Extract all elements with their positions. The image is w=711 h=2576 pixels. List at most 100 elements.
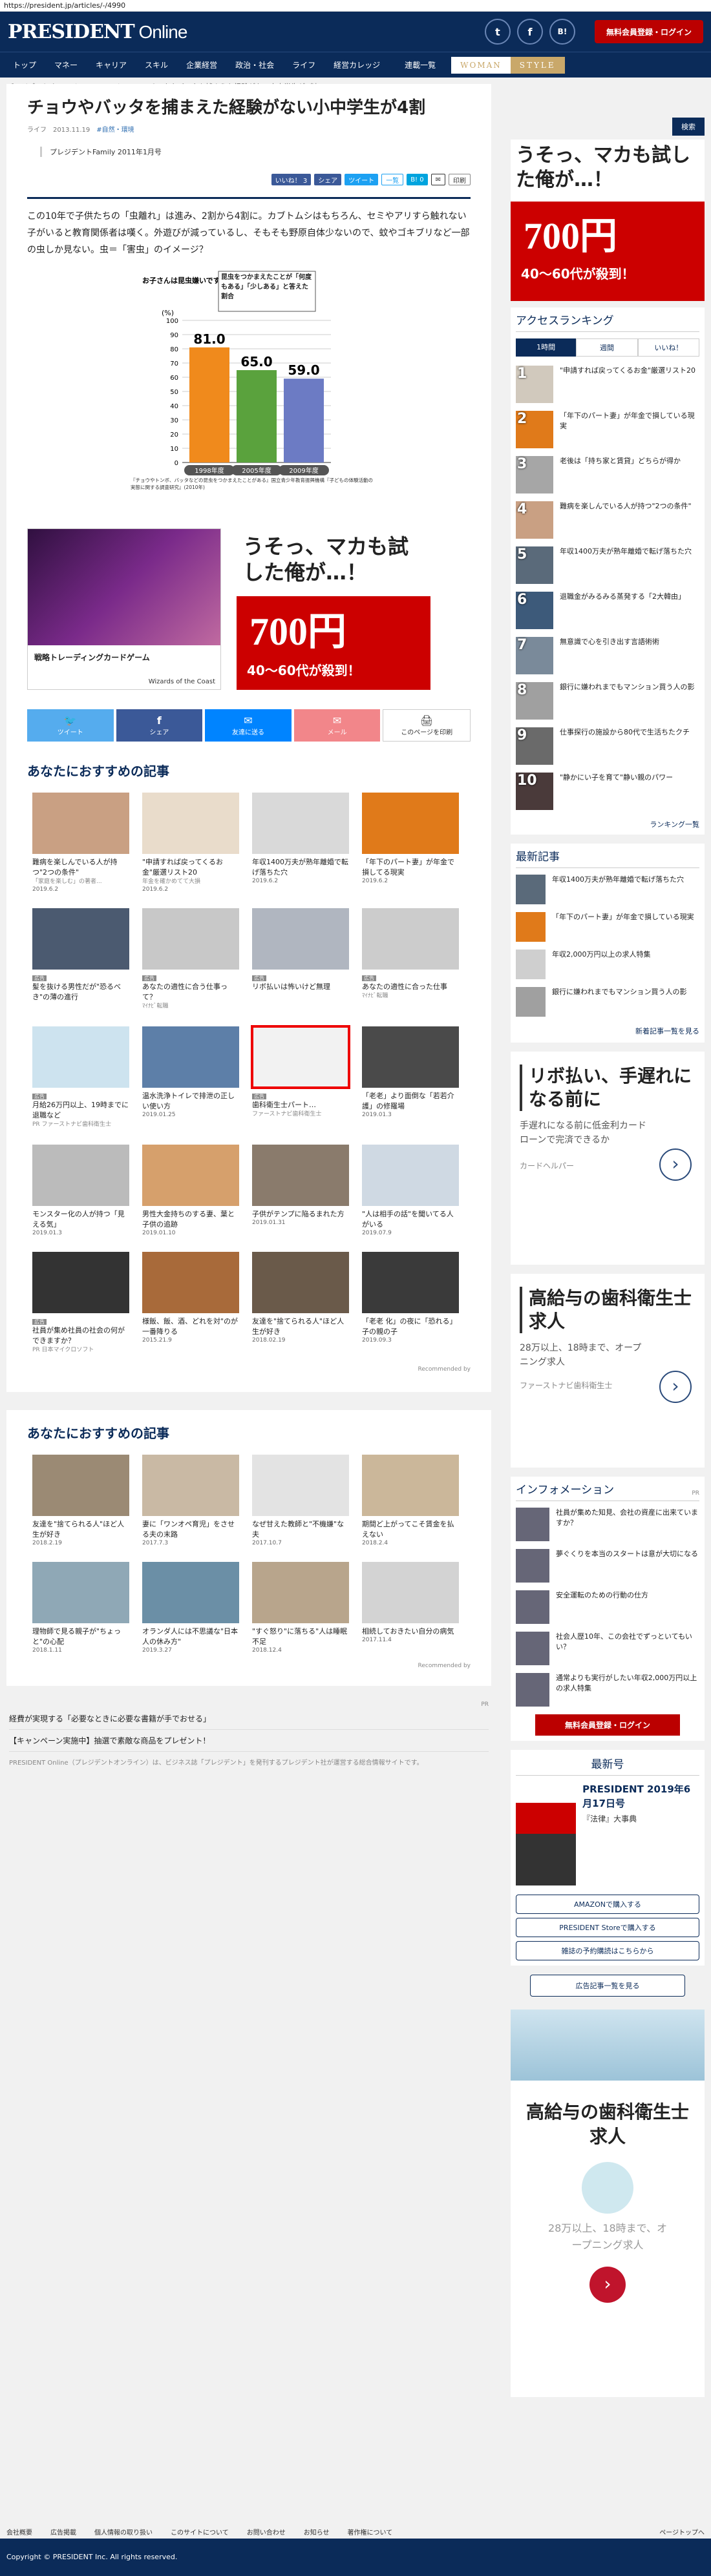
nav-style[interactable]: STYLE	[510, 56, 565, 74]
thumbnail-image[interactable]	[32, 1145, 129, 1206]
latest-thumbnail[interactable]	[516, 912, 546, 942]
recommend-item-title[interactable]: 友達を"捨てられる人"ほど人生が好き	[32, 1519, 129, 1540]
thumbnail-image[interactable]	[32, 1252, 129, 1313]
nav-woman[interactable]: WOMAN	[451, 56, 511, 74]
thumbnail-image[interactable]	[252, 908, 349, 970]
recommend-item[interactable]: "人は相手の話"を聞いてる人がいる 2019.07.9	[362, 1145, 459, 1236]
nav-money[interactable]: マネー	[45, 59, 87, 70]
info-title-text[interactable]: 通常よりも実行がしたい年収2,000万円以上の求人特集	[556, 1673, 699, 1694]
recommend-item[interactable]: 広告 髪を抜ける男性だが"恐るべき"の薄の進行	[32, 908, 129, 1011]
thumbnail-image[interactable]	[252, 1145, 349, 1206]
info-thumbnail[interactable]	[516, 1632, 549, 1665]
ranking-thumbnail[interactable]: 7	[516, 637, 553, 674]
store-button[interactable]: PRESIDENT Storeで購入する	[516, 1918, 699, 1937]
ranking-thumbnail[interactable]: 2	[516, 411, 553, 448]
info-title-text[interactable]: 社員が集めた知見、会社の資産に出来ていますか？	[556, 1508, 699, 1528]
sidebar-ad-loan[interactable]: リボ払い、手遅れになる前に 手遅れになる前に低金利カードローンで完済できるか ›…	[511, 1052, 705, 1265]
thumbnail-image[interactable]	[252, 1252, 349, 1313]
recommend-item-title[interactable]: "申請すれば戻ってくるお金"厳選リスト20	[142, 857, 239, 878]
ranking-thumbnail[interactable]: 4	[516, 501, 553, 539]
like-button[interactable]: いいね！ 3	[271, 174, 312, 185]
info-thumbnail[interactable]	[516, 1508, 549, 1541]
info-title-text[interactable]: 社会人歴10年、この会社でずっといてもいい？	[556, 1632, 699, 1652]
latest-title-text[interactable]: 「年下のパート妻」が年金で損している現実	[552, 912, 694, 922]
recommend-item[interactable]: 「老老」より面倒な「若若介護」の修羅場 2019.01.3	[362, 1026, 459, 1129]
ranking-item[interactable]: 6 退職金がみるみる蒸発する「2大韓由」	[516, 592, 699, 629]
thumbnail-image[interactable]	[32, 793, 129, 854]
ranking-item[interactable]: 9 仕事探行の施設から80代で生活ちたクチ	[516, 727, 699, 765]
ranking-title-text[interactable]: "申請すれば戻ってくるお金"厳選リスト20	[560, 366, 695, 376]
latest-title-text[interactable]: 年収2,000万円以上の求人特集	[552, 950, 651, 960]
ad-left[interactable]: 戦略トレーディングカードゲーム Wizards of the Coast	[27, 528, 221, 690]
recommend-item[interactable]: なぜ甘えた教師と"不機嫌"な夫 2017.10.7	[252, 1455, 349, 1546]
recommend-item-title[interactable]: 男性大金持ちのする妻、葉と子供の追跡	[142, 1209, 239, 1230]
ranking-item[interactable]: 7 無意識で心を引き出す言語術術	[516, 637, 699, 674]
nav-top[interactable]: トップ	[4, 59, 45, 70]
recommend-item[interactable]: 広告 あなたの適性に合う仕事って？ ﾏｲﾅﾋﾞ転職	[142, 908, 239, 1011]
recommend-item[interactable]: 相続しておきたい自分の病気 2017.11.4	[362, 1562, 459, 1654]
recommend-item-title[interactable]: なぜ甘えた教師と"不機嫌"な夫	[252, 1519, 349, 1540]
footer-link[interactable]: 著作権について	[348, 2527, 393, 2539]
footer-link[interactable]: 広告掲載	[50, 2527, 76, 2539]
recommend-item[interactable]: 期間ど上がってこそ賃金を払えない 2018.2.4	[362, 1455, 459, 1546]
recommend-item[interactable]: "申請すれば戻ってくるお金"厳選リスト20 年金を確かめてて大損 2019.6.2	[142, 793, 239, 893]
info-thumbnail[interactable]	[516, 1673, 549, 1707]
recommend-item[interactable]: "すぐ怒り"に落ちる"人は睡眠不足 2018.12.4	[252, 1562, 349, 1654]
recommend-item[interactable]: 「年下のパート妻」が年金で損してる現実 2019.6.2	[362, 793, 459, 893]
thumbnail-image[interactable]	[362, 793, 459, 854]
latest-title-text[interactable]: 銀行に嫌われまでもマンション買う人の影	[552, 987, 686, 997]
ranking-item[interactable]: 10 "静かにい子を育て"静い親のパワー	[516, 773, 699, 810]
thumbnail-image[interactable]	[32, 1026, 129, 1088]
info-title-text[interactable]: 安全運転のための行動の仕方	[556, 1590, 648, 1601]
recommend-item-title[interactable]: 妻に「ワンオペ育児」をさせる夫の末路	[142, 1519, 239, 1540]
ranking-title-text[interactable]: 退職金がみるみる蒸発する「2大韓由」	[560, 592, 685, 602]
recommend-item-title[interactable]: 月給26万円以上、19時までに退職など	[32, 1100, 129, 1121]
thumbnail-image[interactable]	[32, 908, 129, 970]
recommend-item[interactable]: 広告 社員が集め社員の社会の何ができますか？ PR 日本マイクロソフト	[32, 1252, 129, 1355]
recommend-item-title[interactable]: 「老老 化」の夜に「恐れる」子の親の子	[362, 1316, 459, 1337]
ad-dental-arrow-icon[interactable]: ›	[659, 1371, 692, 1403]
ranking-title-text[interactable]: "静かにい子を育て"静い親のパワー	[560, 773, 673, 783]
nav-college[interactable]: 経営カレッジ	[324, 59, 389, 70]
recommend-item[interactable]: オランダ人には不思議な"日本人の休み方" 2019.3.27	[142, 1562, 239, 1654]
thumbnail-image[interactable]	[362, 1252, 459, 1313]
ranking-title-text[interactable]: 「年下のパート妻」が年金で損している現実	[560, 411, 699, 431]
recommend-item-title[interactable]: 子供がテンプに陥るまれた方	[252, 1209, 349, 1220]
magazine-name[interactable]: PRESIDENT 2019年6月17日号	[582, 1782, 699, 1811]
ranking-title-text[interactable]: 無意識で心を引き出す言語術術	[560, 637, 659, 647]
ranking-thumbnail[interactable]: 8	[516, 682, 553, 720]
thumbnail-image[interactable]	[362, 1145, 459, 1206]
ranking-title-text[interactable]: 銀行に嫌われまでもマンション買う人の影	[560, 682, 694, 692]
thumbnail-image[interactable]	[252, 1455, 349, 1516]
ranking-more-link[interactable]: ランキング一覧	[516, 818, 699, 835]
sidebar-ad-bottom[interactable]: 高給与の歯科衛生士求人 28万以上、18時まで、オープニング求人 ›	[511, 2010, 705, 2397]
footer-link[interactable]: 会社概要	[6, 2527, 32, 2539]
recommend-item[interactable]: 広告 月給26万円以上、19時までに退職など PR ファーストナビ歯科衛生士	[32, 1026, 129, 1129]
thumbnail-image[interactable]	[362, 1562, 459, 1623]
tweet-button[interactable]: ツイート	[345, 174, 379, 185]
thumbnail-image[interactable]	[142, 908, 239, 970]
ranking-title-text[interactable]: 難病を楽しんでいる人が持つ"2つの条件"	[560, 501, 692, 512]
site-logo[interactable]: PRESIDENT Online	[8, 21, 187, 43]
search-button[interactable]: 検索	[672, 118, 705, 136]
info-item[interactable]: 社員が集めた知見、会社の資産に出来ていますか？	[516, 1508, 699, 1541]
latest-item[interactable]: 年収2,000万円以上の求人特集	[516, 950, 699, 979]
thumbnail-image[interactable]	[32, 1562, 129, 1623]
twitter-icon[interactable]: t	[484, 19, 511, 45]
ranking-item[interactable]: 3 老後は「持ち家と賃貸」どちらが得か	[516, 456, 699, 493]
nav-politics[interactable]: 政治・社会	[226, 59, 283, 70]
recommend-item-title[interactable]: 様飯、飯、酒、どれを対"のが一番降りる	[142, 1316, 239, 1337]
ranking-thumbnail[interactable]: 6	[516, 592, 553, 629]
ranking-title-text[interactable]: 仕事探行の施設から80代で生活ちたクチ	[560, 727, 690, 738]
recommend-item-title[interactable]: リボ払いは怖いけど無理	[252, 982, 349, 992]
recommend-item-title[interactable]: 難病を楽しんでいる人が持つ"2つの条件"	[32, 857, 129, 878]
ranking-item[interactable]: 5 年収1400万夫が熟年離婚で転げ落ちた穴	[516, 546, 699, 584]
recommend-item-title[interactable]: 友達を"捨てられる人"ほど人生が好き	[252, 1316, 349, 1337]
recommend-item-title[interactable]: 「老老」より面倒な「若若介護」の修羅場	[362, 1091, 459, 1112]
thumbnail-image[interactable]	[142, 1026, 239, 1088]
tag-link[interactable]: #自然・環境	[96, 127, 134, 134]
latest-more-link[interactable]: 新着記事一覧を見る	[516, 1024, 699, 1043]
latest-item[interactable]: 銀行に嫌われまでもマンション買う人の影	[516, 987, 699, 1017]
ad-right[interactable]: うそっ、マカも試した俺が…！ 700円 40～60代が殺到！	[237, 528, 430, 690]
recommend-item-title[interactable]: "すぐ怒り"に落ちる"人は睡眠不足	[252, 1626, 349, 1647]
